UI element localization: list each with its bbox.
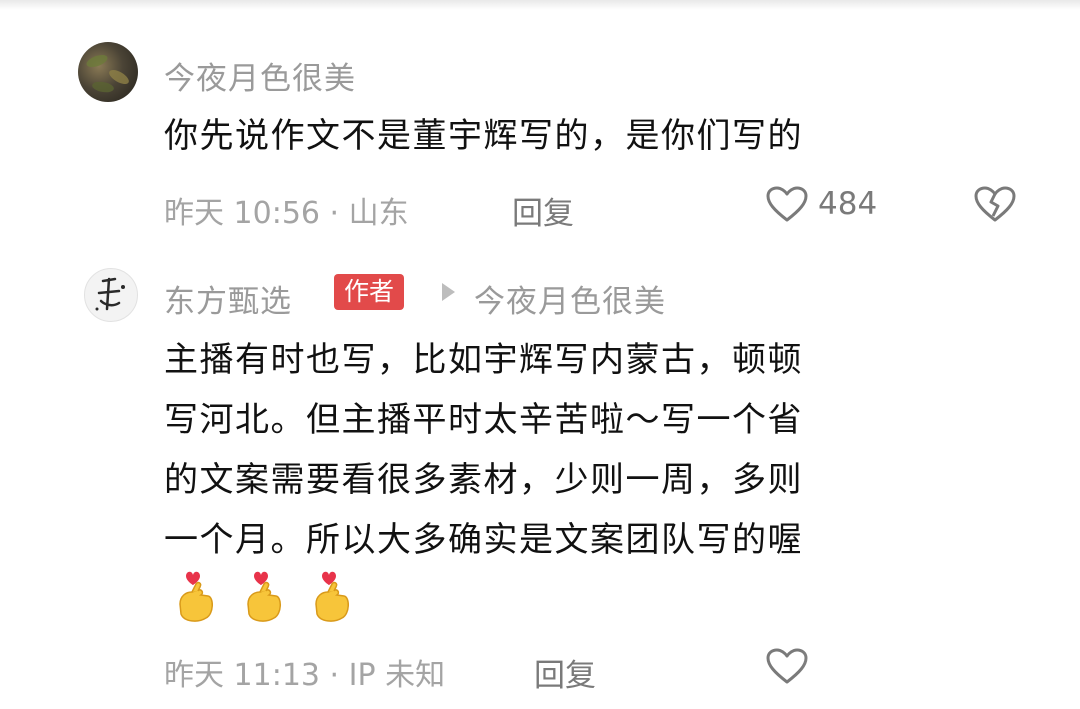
finger-heart-emoji (179, 571, 213, 622)
comment-text: 你先说作文不是董宇辉写的，是你们写的 (164, 116, 803, 156)
top-edge (0, 0, 1080, 10)
broken-heart-icon[interactable] (974, 186, 1016, 224)
finger-heart-emoji (315, 571, 349, 622)
reply-button[interactable]: 回复 (512, 188, 574, 233)
avatar[interactable] (78, 42, 138, 102)
comment-username[interactable]: 今夜月色很美 (164, 53, 356, 98)
comment-text-line: 的文案需要看很多素材，少则一周，多则 (164, 460, 803, 500)
comment-time-location: 昨天 10:56 · 山东 (164, 196, 409, 231)
comment-time-location: 昨天 11:13 · IP 未知 (164, 658, 446, 693)
reply-to-username[interactable]: 今夜月色很美 (474, 276, 666, 321)
comment-text-line: 写河北。但主播平时太辛苦啦～写一个省 (164, 400, 803, 440)
author-badge: 作者 (334, 274, 405, 310)
calligraphy-logo-icon (95, 277, 125, 311)
reply-button[interactable]: 回复 (534, 650, 596, 695)
watermark-fade (800, 630, 1080, 709)
avatar[interactable] (84, 268, 138, 322)
comment-text-line: 一个月。所以大多确实是文案团队写的喔 (164, 520, 803, 560)
like-count: 484 (818, 186, 878, 222)
comment-username[interactable]: 东方甄选 (164, 276, 292, 321)
heart-outline-icon[interactable] (766, 186, 808, 224)
reply-to-arrow-icon (442, 283, 455, 301)
comment-text-line: 主播有时也写，比如宇辉写内蒙古，顿顿 (164, 340, 803, 380)
finger-heart-emoji (247, 571, 281, 622)
